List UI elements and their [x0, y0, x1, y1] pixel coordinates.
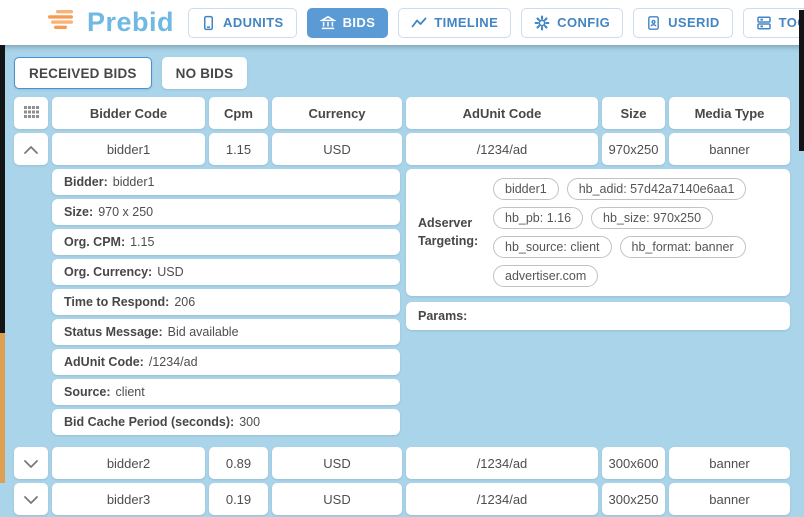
- cell-cpm: 1.15: [209, 133, 268, 165]
- cell-media-type: banner: [669, 483, 790, 515]
- targeting-chip: hb_size: 970x250: [591, 207, 713, 229]
- timeline-chart-icon: [411, 15, 427, 31]
- main-nav: ADUNITS BIDS TIMELINE: [188, 8, 804, 38]
- cell-size: 970x250: [602, 133, 665, 165]
- background-page-sliver-black-right: [799, 10, 804, 151]
- targeting-chip: hb_format: banner: [620, 236, 746, 258]
- targeting-chip: hb_adid: 57d42a7140e6aa1: [567, 178, 747, 200]
- nav-button-adunits[interactable]: ADUNITS: [188, 8, 297, 38]
- nav-button-bids[interactable]: BIDS: [307, 8, 389, 38]
- cell-adunit-code: /1234/ad: [406, 483, 598, 515]
- table-row-bidder1: bidder1 1.15 USD /1234/ad 970x250 banner: [14, 133, 790, 165]
- expand-row-button[interactable]: [14, 483, 48, 515]
- chevron-up-icon: [24, 142, 38, 157]
- column-selector-button[interactable]: [14, 97, 48, 129]
- prebid-logo-lines-icon: [48, 9, 78, 36]
- cell-adunit-code: /1234/ad: [406, 133, 598, 165]
- adserver-targeting-panel: Adserver Targeting: bidder1 hb_adid: 57d…: [406, 169, 790, 296]
- cell-media-type: banner: [669, 133, 790, 165]
- detail-time-to-respond: Time to Respond:206: [52, 289, 400, 315]
- cell-currency: USD: [272, 447, 402, 479]
- nav-label: USERID: [668, 15, 720, 30]
- background-page-sliver-black-left: [0, 45, 5, 333]
- bids-tabs: RECEIVED BIDS NO BIDS: [14, 57, 790, 89]
- detail-bidder: Bidder:bidder1: [52, 169, 400, 195]
- cell-currency: USD: [272, 483, 402, 515]
- collapse-row-button[interactable]: [14, 133, 48, 165]
- column-header-size: Size: [602, 97, 665, 129]
- detail-source: Source:client: [52, 379, 400, 405]
- column-header-cpm: Cpm: [209, 97, 268, 129]
- config-gear-icon: [534, 15, 550, 31]
- adserver-targeting-label: Adserver Targeting:: [418, 215, 484, 250]
- cell-media-type: banner: [669, 447, 790, 479]
- chevron-down-icon: [24, 492, 38, 507]
- nav-button-config[interactable]: CONFIG: [521, 8, 623, 38]
- column-header-adunit-code: AdUnit Code: [406, 97, 598, 129]
- detail-size: Size:970 x 250: [52, 199, 400, 225]
- bid-details-bidder1: Bidder:bidder1 Size:970 x 250 Org. CPM:1…: [52, 169, 790, 439]
- bids-panel: RECEIVED BIDS NO BIDS Bidder Code Cpm Cu…: [0, 45, 804, 515]
- nav-button-timeline[interactable]: TIMELINE: [398, 8, 511, 38]
- cell-currency: USD: [272, 133, 402, 165]
- column-header-media-type: Media Type: [669, 97, 790, 129]
- expand-row-button[interactable]: [14, 447, 48, 479]
- detail-org-currency: Org. Currency:USD: [52, 259, 400, 285]
- params-panel: Params:: [406, 302, 790, 330]
- nav-label: ADUNITS: [223, 15, 284, 30]
- nav-button-tools[interactable]: TOOLS: [743, 8, 804, 38]
- detail-org-cpm: Org. CPM:1.15: [52, 229, 400, 255]
- column-header-bidder-code: Bidder Code: [52, 97, 205, 129]
- bid-detail-fields: Bidder:bidder1 Size:970 x 250 Org. CPM:1…: [52, 169, 400, 439]
- tab-no-bids[interactable]: NO BIDS: [162, 57, 248, 89]
- prebid-logo-text: Prebid: [87, 7, 174, 38]
- cell-bidder-code: bidder3: [52, 483, 205, 515]
- bids-bank-icon: [320, 15, 336, 31]
- chevron-down-icon: [24, 456, 38, 471]
- userid-card-icon: [646, 15, 661, 31]
- nav-button-userid[interactable]: USERID: [633, 8, 733, 38]
- cell-size: 300x250: [602, 483, 665, 515]
- cell-cpm: 0.19: [209, 483, 268, 515]
- tab-received-bids[interactable]: RECEIVED BIDS: [14, 57, 152, 89]
- adunits-phone-icon: [201, 15, 216, 31]
- detail-bid-cache-period: Bid Cache Period (seconds):300: [52, 409, 400, 435]
- targeting-chip: advertiser.com: [493, 265, 598, 287]
- nav-label: TIMELINE: [434, 15, 498, 30]
- grid-icon: [24, 106, 39, 121]
- cell-bidder-code: bidder2: [52, 447, 205, 479]
- nav-label: CONFIG: [557, 15, 610, 30]
- nav-label: BIDS: [343, 15, 376, 30]
- cell-bidder-code: bidder1: [52, 133, 205, 165]
- targeting-chip: bidder1: [493, 178, 559, 200]
- table-row-bidder2: bidder2 0.89 USD /1234/ad 300x600 banner: [14, 447, 790, 479]
- detail-status-message: Status Message:Bid available: [52, 319, 400, 345]
- targeting-chips: bidder1 hb_adid: 57d42a7140e6aa1 hb_pb: …: [493, 178, 780, 287]
- tools-stack-icon: [756, 15, 772, 31]
- prebid-logo: Prebid: [48, 7, 174, 38]
- table-row-bidder3: bidder3 0.19 USD /1234/ad 300x250 banner: [14, 483, 790, 515]
- cell-cpm: 0.89: [209, 447, 268, 479]
- targeting-chip: hb_pb: 1.16: [493, 207, 583, 229]
- background-page-sliver-orange-left: [0, 333, 5, 483]
- app-header: Prebid ADUNITS BIDS: [0, 0, 804, 45]
- targeting-chip: hb_source: client: [493, 236, 612, 258]
- params-label: Params:: [418, 309, 467, 323]
- column-header-currency: Currency: [272, 97, 402, 129]
- bid-detail-panels: Adserver Targeting: bidder1 hb_adid: 57d…: [406, 169, 790, 330]
- cell-adunit-code: /1234/ad: [406, 447, 598, 479]
- detail-adunit-code: AdUnit Code:/1234/ad: [52, 349, 400, 375]
- table-header-row: Bidder Code Cpm Currency AdUnit Code Siz…: [14, 97, 790, 129]
- cell-size: 300x600: [602, 447, 665, 479]
